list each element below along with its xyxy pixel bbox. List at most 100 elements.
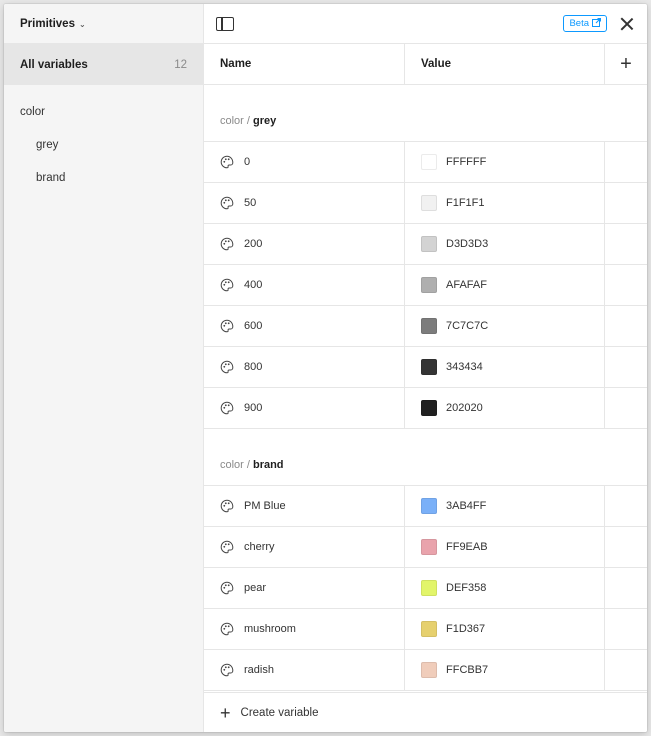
variable-value: FFFFFF: [446, 156, 487, 168]
color-swatch[interactable]: [421, 621, 437, 637]
empty-mode-cell: [605, 527, 647, 567]
column-header-value[interactable]: Value: [405, 44, 605, 84]
beta-label: Beta: [569, 18, 589, 29]
table-header: Name Value +: [204, 44, 647, 85]
group-header-brand: color / brand: [204, 429, 647, 486]
empty-mode-cell: [605, 142, 647, 182]
variable-row[interactable]: radish FFCBB7: [204, 650, 647, 691]
column-header-name[interactable]: Name: [204, 44, 405, 84]
color-swatch[interactable]: [421, 154, 437, 170]
variable-name-cell[interactable]: 600: [204, 306, 405, 346]
variable-value-cell[interactable]: DEF358: [405, 568, 605, 608]
variable-value: DEF358: [446, 582, 487, 594]
variable-value-cell[interactable]: 343434: [405, 347, 605, 387]
variable-value-cell[interactable]: F1D367: [405, 609, 605, 649]
variable-value: 202020: [446, 402, 483, 414]
variable-value-cell[interactable]: F1F1F1: [405, 183, 605, 223]
variable-name: 600: [244, 320, 263, 332]
variable-value: 343434: [446, 361, 483, 373]
variable-name-cell[interactable]: cherry: [204, 527, 405, 567]
create-variable-label: Create variable: [240, 706, 319, 719]
color-swatch[interactable]: [421, 662, 437, 678]
variable-value-cell[interactable]: FFCBB7: [405, 650, 605, 690]
palette-icon: [220, 237, 234, 251]
variable-name-cell[interactable]: radish: [204, 650, 405, 690]
variable-value-cell[interactable]: 202020: [405, 388, 605, 428]
variable-row[interactable]: 400 AFAFAF: [204, 265, 647, 306]
sidebar-toggle-icon[interactable]: [216, 16, 234, 31]
variable-name-cell[interactable]: 400: [204, 265, 405, 305]
topbar: Beta: [204, 4, 647, 44]
variable-row[interactable]: 600 7C7C7C: [204, 306, 647, 347]
empty-mode-cell: [605, 224, 647, 264]
variable-row[interactable]: pear DEF358: [204, 568, 647, 609]
color-swatch[interactable]: [421, 539, 437, 555]
variable-value-cell[interactable]: 7C7C7C: [405, 306, 605, 346]
empty-mode-cell: [605, 347, 647, 387]
empty-mode-cell: [605, 568, 647, 608]
variable-row[interactable]: 200 D3D3D3: [204, 224, 647, 265]
plus-icon[interactable]: +: [605, 44, 647, 84]
close-icon[interactable]: [619, 16, 635, 32]
variable-name-cell[interactable]: pear: [204, 568, 405, 608]
external-link-icon: [592, 18, 601, 29]
color-swatch[interactable]: [421, 318, 437, 334]
variable-name-cell[interactable]: mushroom: [204, 609, 405, 649]
variable-name-cell[interactable]: 0: [204, 142, 405, 182]
all-variables-item[interactable]: All variables 12: [4, 44, 203, 85]
variable-value: FF9EAB: [446, 541, 488, 553]
variable-row[interactable]: 50 F1F1F1: [204, 183, 647, 224]
group-path-prefix: color /: [220, 459, 250, 471]
table-body: color / grey 0 FFFFFF 50 F1F1F1 200 D3D3D3 400 AF…: [204, 85, 647, 692]
variable-row[interactable]: PM Blue 3AB4FF: [204, 486, 647, 527]
variable-name-cell[interactable]: 200: [204, 224, 405, 264]
empty-mode-cell: [605, 265, 647, 305]
group-name: brand: [252, 459, 284, 471]
variable-row[interactable]: cherry FF9EAB: [204, 527, 647, 568]
color-swatch[interactable]: [421, 195, 437, 211]
sidebar-header: Primitives ⌄: [4, 4, 203, 44]
color-swatch[interactable]: [421, 580, 437, 596]
palette-icon: [220, 155, 234, 169]
sidebar-group-grey[interactable]: grey: [4, 128, 203, 161]
variable-name-cell[interactable]: 50: [204, 183, 405, 223]
variables-modal: Primitives ⌄ All variables 12 color grey b…: [4, 4, 647, 732]
variable-name: 0: [244, 156, 251, 168]
beta-badge[interactable]: Beta: [563, 15, 607, 32]
sidebar-group-brand[interactable]: brand: [4, 161, 203, 194]
color-swatch[interactable]: [421, 359, 437, 375]
variable-name-cell[interactable]: 800: [204, 347, 405, 387]
variable-name-cell[interactable]: PM Blue: [204, 486, 405, 526]
color-swatch[interactable]: [421, 236, 437, 252]
variable-name-cell[interactable]: 900: [204, 388, 405, 428]
variable-value-cell[interactable]: AFAFAF: [405, 265, 605, 305]
variable-name: pear: [244, 582, 267, 594]
sidebar-group-color[interactable]: color: [4, 95, 203, 128]
group-name: grey: [252, 115, 277, 127]
variable-row[interactable]: 900 202020: [204, 388, 647, 429]
create-variable-button[interactable]: + Create variable: [204, 692, 647, 732]
color-swatch[interactable]: [421, 400, 437, 416]
color-swatch[interactable]: [421, 277, 437, 293]
variable-row[interactable]: 800 343434: [204, 347, 647, 388]
palette-icon: [220, 581, 234, 595]
palette-icon: [220, 319, 234, 333]
empty-mode-cell: [605, 306, 647, 346]
variable-value-cell[interactable]: D3D3D3: [405, 224, 605, 264]
variable-name: 800: [244, 361, 263, 373]
variable-name: 200: [244, 238, 263, 250]
collection-select[interactable]: Primitives ⌄: [20, 18, 86, 30]
palette-icon: [220, 278, 234, 292]
empty-mode-cell: [605, 183, 647, 223]
empty-mode-cell: [605, 388, 647, 428]
variable-name: 900: [244, 402, 263, 414]
empty-mode-cell: [605, 486, 647, 526]
group-header-grey: color / grey: [204, 85, 647, 142]
variable-row[interactable]: mushroom F1D367: [204, 609, 647, 650]
variable-row[interactable]: 0 FFFFFF: [204, 142, 647, 183]
variable-name: radish: [244, 664, 274, 676]
color-swatch[interactable]: [421, 498, 437, 514]
variable-value-cell[interactable]: 3AB4FF: [405, 486, 605, 526]
variable-value-cell[interactable]: FF9EAB: [405, 527, 605, 567]
variable-value-cell[interactable]: FFFFFF: [405, 142, 605, 182]
